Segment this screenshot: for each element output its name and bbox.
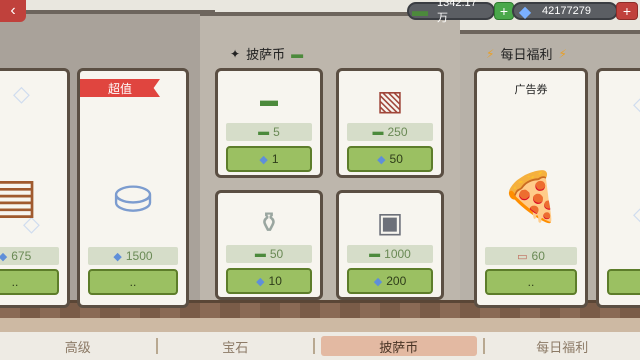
gem-icon: ◆ [0, 250, 7, 263]
pizza-coin-balance: ▬ 1342.17万 [407, 0, 495, 24]
cash-icon: ▬ [258, 126, 270, 138]
ad-coupon-title: 广告券 [514, 84, 548, 96]
gem-pack-card[interactable]: ◇ ◇ ▤ ◆ 675 .. [0, 68, 70, 308]
cash-icon: ▬ [412, 3, 428, 20]
price-strip: ▭ 60 [485, 247, 577, 265]
gem-chest-icon: ▤ [0, 151, 63, 241]
price-strip: ◆ 1500 [88, 247, 178, 265]
lightning-icon: ⚡ [486, 46, 495, 61]
gem-icon: ◆ [259, 153, 268, 166]
gem-cart-icon: ⛀ [112, 170, 154, 223]
daily-welfare-section-title: ⚡ 每日福利 ⚡ [486, 46, 567, 63]
buy-button[interactable]: ◆ 200 [347, 268, 433, 294]
buy-button[interactable]: ◆ 10 [226, 268, 312, 294]
pizza-coin-pack-card[interactable]: ▬ ▬ 5 ◆ 1 [215, 68, 323, 178]
buy-button[interactable]: ◆ 1 [226, 146, 312, 172]
cash-stack-icon: ▬ [260, 89, 278, 110]
cash-icon: ▬ [372, 126, 384, 138]
amount-strip: ▬ 250 [347, 123, 433, 141]
buy-button[interactable] [607, 269, 640, 295]
tab-premium[interactable]: 高级 [0, 336, 156, 356]
gem-balance: ◆ 42177279 [512, 2, 618, 21]
ticket-icon: ▭ [517, 250, 528, 263]
gem-value: 42177279 [542, 5, 591, 17]
cash-jar-icon: ⚱ [257, 206, 281, 238]
pizza-ticket-icon: 🍕 [501, 170, 561, 224]
lightning-icon: ⚡ [558, 46, 567, 61]
pizza-coin-value: 1342.17万 [437, 0, 477, 24]
buy-button[interactable]: ◆ 50 [347, 146, 433, 172]
gem-pattern-icon: ◇ [633, 201, 640, 227]
tab-divider [313, 338, 315, 354]
gem-pack-card-best-value[interactable]: 超值 ◇ ⛀ ◆ 1500 .. [77, 68, 189, 308]
pizza-coin-pack-card[interactable]: ▧ ▬ 250 ◆ 50 [336, 68, 444, 178]
gem-icon: ◆ [377, 153, 386, 166]
pizza-coin-section-title: ✦ 披萨币 ▬ [230, 46, 304, 63]
back-button[interactable]: ‹ [0, 0, 26, 22]
price-strip: ◆ 675 [0, 247, 59, 265]
amount-strip: ▬ 5 [226, 123, 312, 141]
gem-icon: ◆ [373, 275, 383, 288]
add-gem-button[interactable]: + [616, 2, 638, 20]
back-arrow-icon: ‹ [10, 2, 16, 19]
daily-card-partial[interactable]: ◇ ◇ [596, 68, 640, 308]
sparkle-icon: ✦ [230, 46, 241, 61]
gem-icon: ◆ [256, 275, 265, 288]
bottom-tab-bar: 高级 宝石 披萨币 每日福利 [0, 332, 640, 360]
cash-icon: ▬ [369, 248, 381, 260]
pizza-coin-pack-card[interactable]: ⚱ ▬ 50 ◆ 10 [215, 190, 323, 300]
cash-case-icon: ▧ [376, 84, 404, 116]
cash-safe-icon: ▣ [376, 206, 404, 238]
gem-pattern-icon: ◇ [13, 81, 30, 106]
cash-icon: ▬ [291, 46, 304, 61]
gem-pattern-icon: ◇ [633, 91, 640, 117]
amount-strip: ▬ 50 [226, 245, 312, 263]
pizza-coin-pack-card[interactable]: ▣ ▬ 1000 ◆ 200 [336, 190, 444, 300]
gem-icon: ◆ [113, 250, 122, 263]
best-value-badge: 超值 [80, 79, 160, 97]
cash-icon: ▬ [254, 248, 266, 260]
ad-coupon-card[interactable]: 广告券 🍕 ▭ 60 .. [474, 68, 588, 308]
buy-button[interactable]: .. [0, 269, 59, 295]
tab-gems[interactable]: 宝石 [158, 336, 314, 356]
tab-pizza-coins[interactable]: 披萨币 [321, 336, 477, 356]
amount-strip: ▬ 1000 [347, 245, 433, 263]
tab-daily-welfare[interactable]: 每日福利 [485, 336, 640, 356]
shop-scene: ‹ ▬ 1342.17万 + ◆ 42177279 + ✦ 披萨币 ▬ ⚡ 每日… [0, 0, 640, 360]
buy-button[interactable]: .. [88, 269, 178, 295]
buy-button[interactable]: .. [485, 269, 577, 295]
gem-icon: ◆ [518, 4, 532, 21]
